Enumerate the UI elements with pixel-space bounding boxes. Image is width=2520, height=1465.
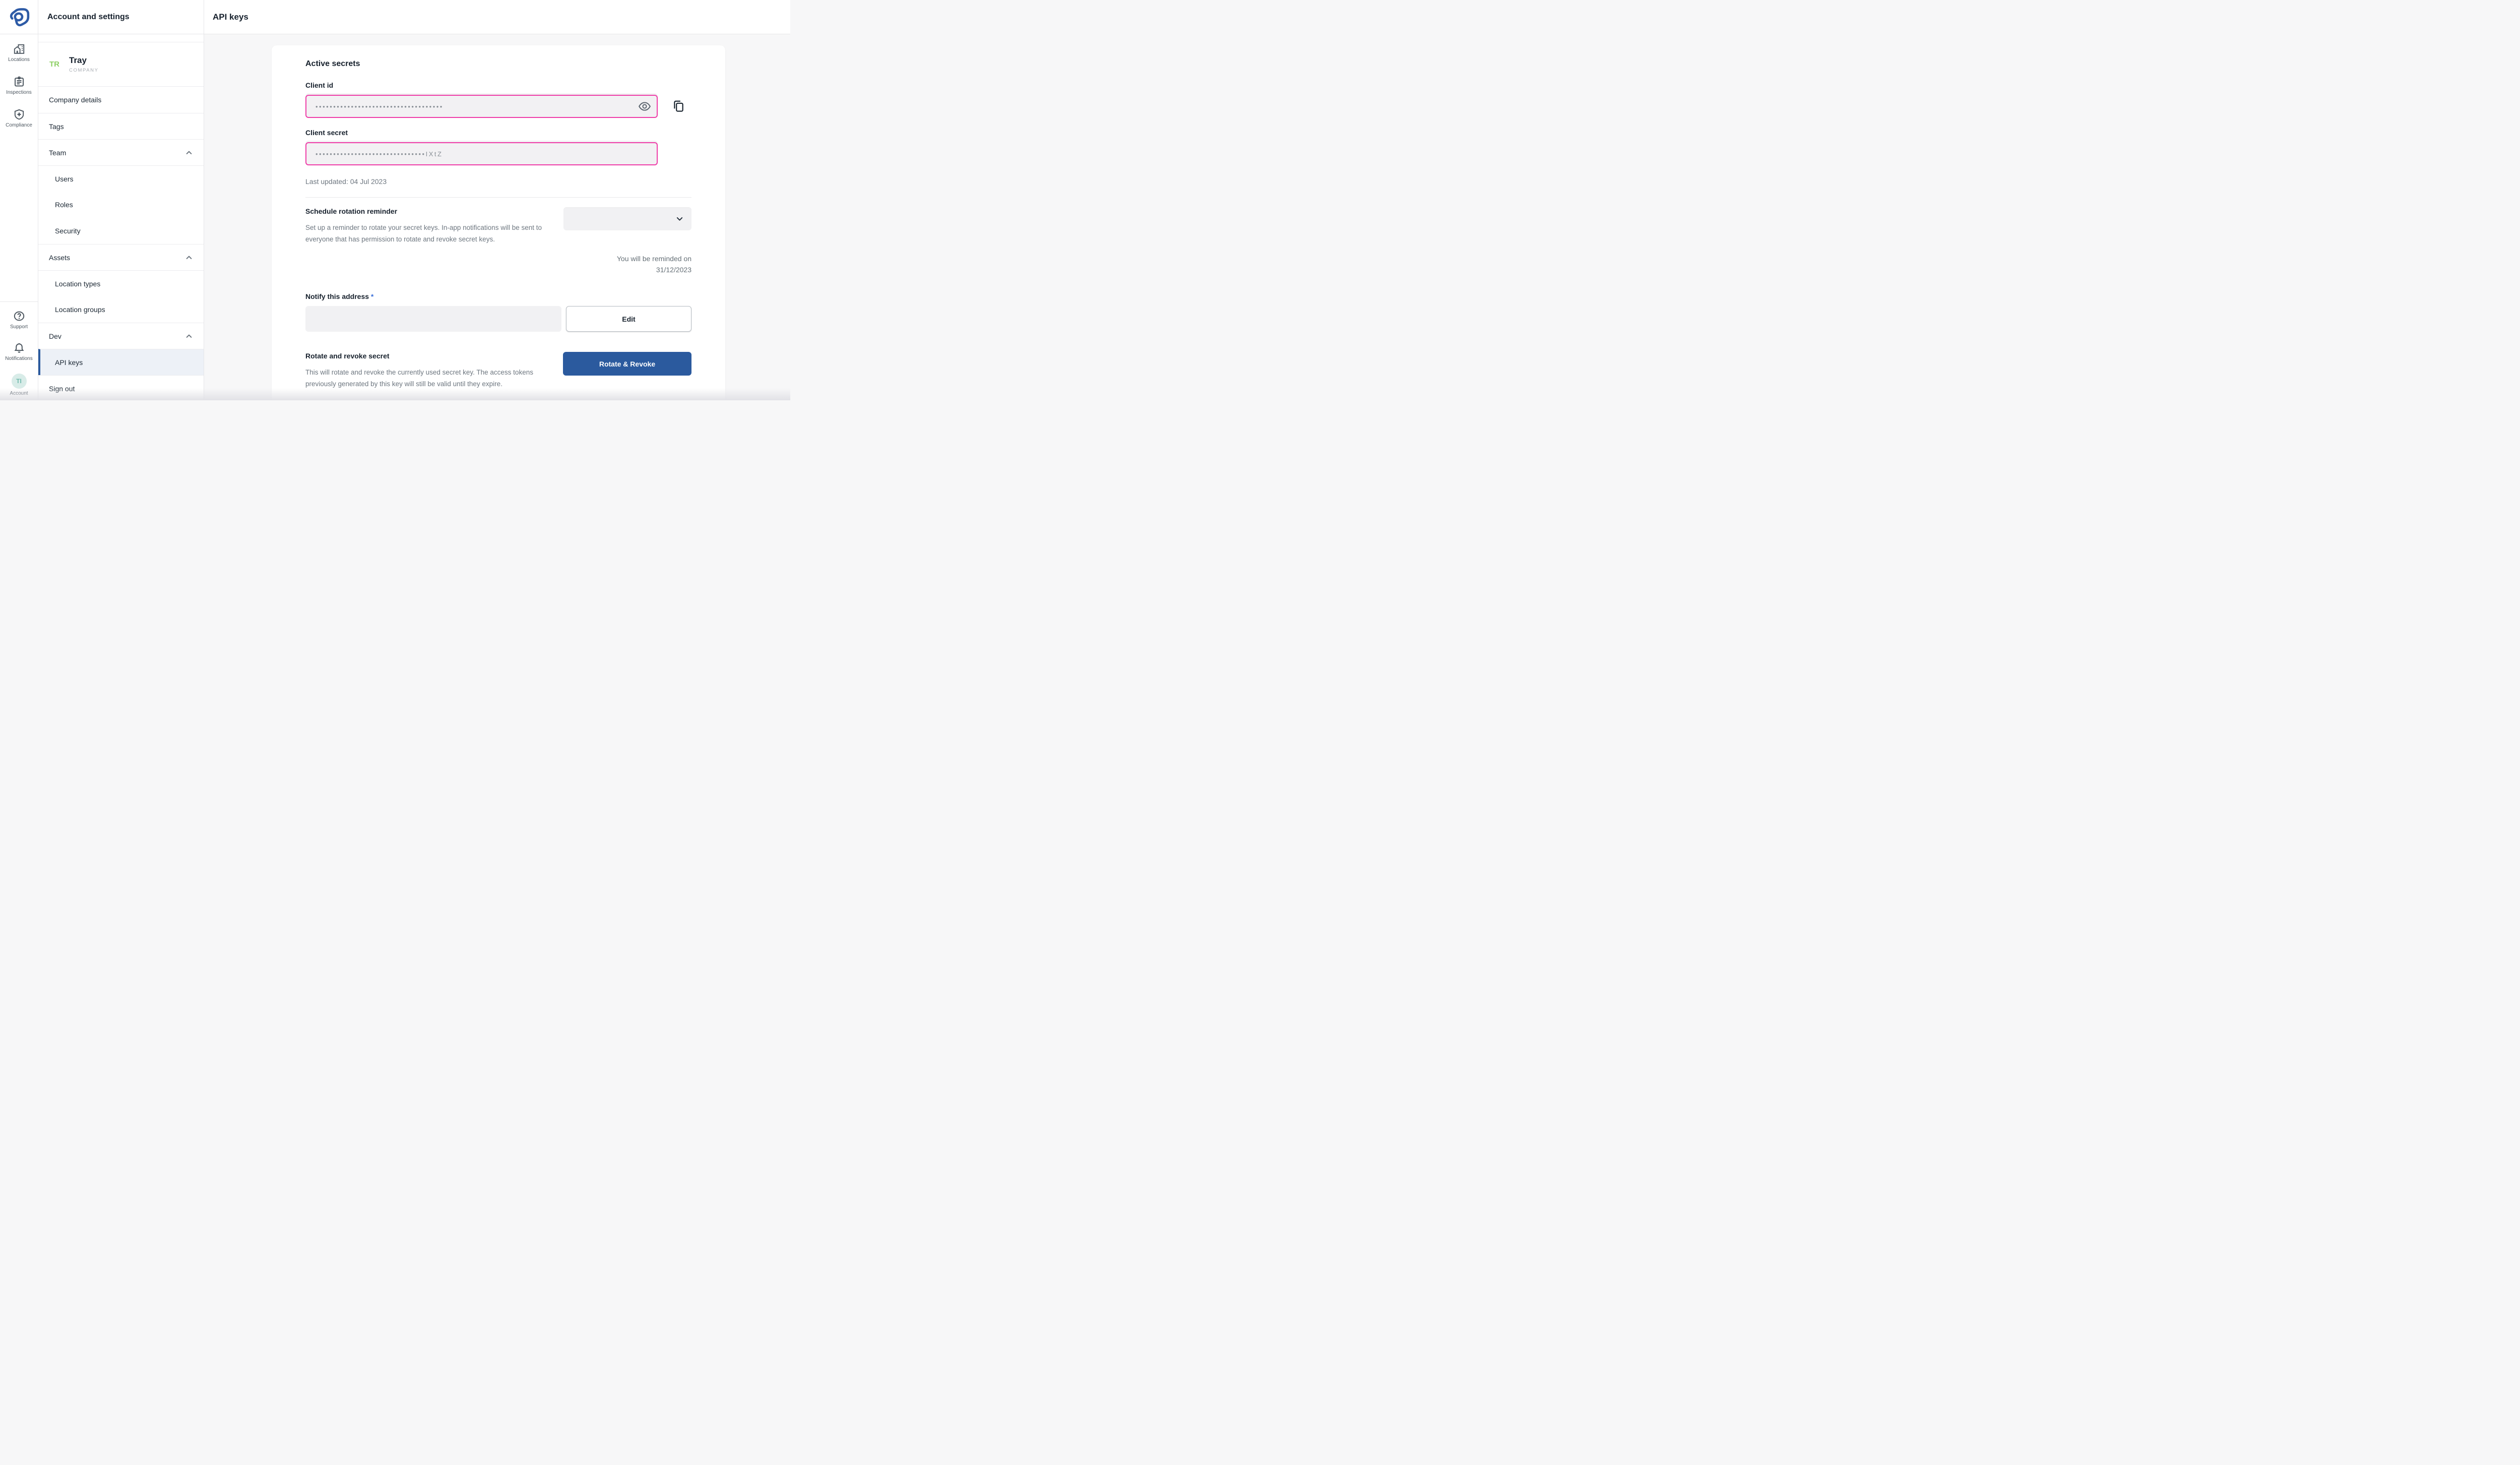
sidebar-item-label: Assets: [49, 254, 70, 262]
chevron-up-icon: [185, 254, 193, 261]
rotate-section: Rotate and revoke secret This will rotat…: [305, 352, 691, 390]
required-asterisk: *: [371, 292, 373, 300]
sidebar-scroll-strip: [38, 34, 204, 42]
compliance-icon: [13, 108, 25, 120]
sidebar-item-security[interactable]: Security: [38, 218, 204, 244]
copy-client-id-button[interactable]: [673, 100, 684, 113]
card-heading: Active secrets: [305, 59, 691, 69]
last-updated-text: Last updated: 04 Jul 2023: [305, 177, 691, 186]
reminder-select[interactable]: [563, 207, 691, 230]
app-window: Locations Inspections: [0, 0, 790, 400]
sidebar-item-label: Roles: [55, 201, 73, 209]
client-secret-input[interactable]: [305, 142, 658, 165]
rail-item-label: Compliance: [6, 123, 32, 128]
copy-icon: [673, 100, 684, 113]
sidebar-item-assets[interactable]: Assets: [38, 244, 204, 270]
client-id-input[interactable]: [305, 95, 658, 118]
client-id-label: Client id: [305, 81, 691, 89]
sidebar-item-label: Company details: [49, 96, 101, 104]
locations-icon: [13, 43, 25, 55]
chevron-up-icon: [185, 149, 193, 156]
rail-item-locations[interactable]: Locations: [0, 43, 38, 63]
eye-icon: [638, 101, 651, 111]
app-logo[interactable]: [8, 6, 30, 28]
content-area: Active secrets Client id: [204, 34, 790, 400]
notifications-icon: [13, 342, 25, 354]
reminder-select-value: [563, 215, 571, 223]
sidebar-item-label: Location groups: [55, 306, 105, 314]
rail-bottom: Support Notifications TI Account: [0, 301, 38, 400]
sidebar-item-label: Team: [49, 149, 66, 157]
reveal-client-id-button[interactable]: [638, 101, 651, 111]
sidebar-item-label: Tags: [49, 123, 64, 131]
client-secret-field-wrap: [305, 142, 658, 165]
active-secrets-card: Active secrets Client id: [272, 45, 725, 400]
sidebar-item-users[interactable]: Users: [38, 165, 204, 192]
rotate-description: This will rotate and revoke the currentl…: [305, 367, 548, 390]
account-avatar: TI: [12, 374, 27, 389]
edit-button[interactable]: Edit: [566, 306, 691, 332]
sidebar-item-label: Users: [55, 175, 74, 183]
rail-item-label: Inspections: [6, 90, 32, 95]
reminder-date-note: You will be reminded on 31/12/2023: [305, 253, 691, 275]
company-type: COMPANY: [69, 68, 99, 73]
company-switcher[interactable]: TR Tray COMPANY: [38, 42, 204, 87]
main-area: API keys Active secrets Client id: [204, 0, 790, 400]
sidebar-item-team[interactable]: Team: [38, 139, 204, 165]
page-title: API keys: [213, 12, 248, 22]
notify-row: Edit: [305, 306, 691, 332]
sidebar-item-label: API keys: [55, 358, 83, 367]
company-name: Tray: [69, 55, 99, 66]
reminder-date: 31/12/2023: [305, 264, 691, 275]
sidebar-title: Account and settings: [47, 13, 130, 22]
rail-item-notifications[interactable]: Notifications: [0, 342, 38, 361]
inspections-icon: [13, 76, 25, 88]
reminder-section: Schedule rotation reminder Set up a remi…: [305, 207, 691, 245]
rail-item-compliance[interactable]: Compliance: [0, 108, 38, 128]
reminder-description: Set up a reminder to rotate your secret …: [305, 222, 558, 245]
page-header: API keys: [204, 0, 790, 34]
rotate-heading: Rotate and revoke secret: [305, 352, 548, 360]
sidebar-item-tags[interactable]: Tags: [38, 113, 204, 139]
sidebar-item-roles[interactable]: Roles: [38, 192, 204, 218]
sidebar-item-dev[interactable]: Dev: [38, 323, 204, 349]
sidebar-item-label: Location types: [55, 280, 100, 288]
rail-item-label: Notifications: [5, 356, 32, 361]
bottom-fade-overlay: [0, 388, 790, 400]
notify-label-text: Notify this address: [305, 292, 369, 300]
rail-item-support[interactable]: Support: [0, 310, 38, 330]
sidebar-item-label: Dev: [49, 332, 61, 340]
sidebar-header: Account and settings: [38, 0, 204, 34]
sidebar-item-api-keys[interactable]: API keys: [38, 349, 204, 375]
notify-address-label: Notify this address *: [305, 292, 691, 300]
rail-nav: Locations Inspections: [0, 34, 38, 128]
logo-area: [0, 0, 38, 34]
reminder-heading: Schedule rotation reminder: [305, 207, 558, 215]
client-secret-label: Client secret: [305, 129, 691, 137]
notify-address-input[interactable]: [305, 306, 561, 332]
reminder-note-line: You will be reminded on: [305, 253, 691, 264]
rail-item-label: Support: [10, 324, 28, 330]
sidebar-item-location-types[interactable]: Location types: [38, 270, 204, 296]
section-divider: [305, 197, 691, 198]
rail-item-inspections[interactable]: Inspections: [0, 76, 38, 95]
client-id-field-wrap: [305, 95, 658, 118]
rotate-revoke-button[interactable]: Rotate & Revoke: [563, 352, 691, 376]
chevron-down-icon: [676, 215, 683, 223]
settings-sidebar: Account and settings TR Tray COMPANY Com…: [38, 0, 204, 400]
left-nav-rail: Locations Inspections: [0, 0, 38, 400]
sidebar-item-label: Security: [55, 227, 81, 235]
support-icon: [13, 310, 25, 322]
sidebar-item-company-details[interactable]: Company details: [38, 87, 204, 113]
chevron-up-icon: [185, 333, 193, 340]
sidebar-item-location-groups[interactable]: Location groups: [38, 296, 204, 323]
company-badge: TR: [49, 60, 59, 69]
rail-item-label: Locations: [8, 57, 30, 63]
